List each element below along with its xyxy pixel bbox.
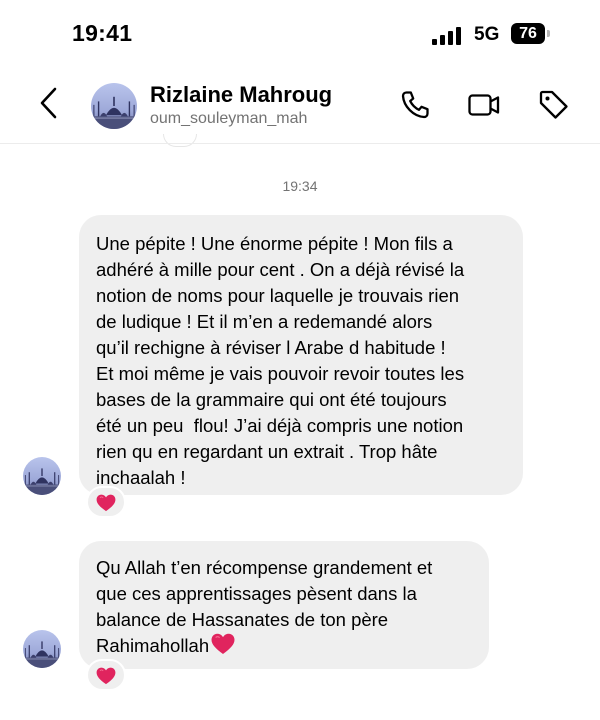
message-line: bases de la grammaire qui ont été toujou… bbox=[96, 389, 447, 410]
heart-reaction[interactable] bbox=[86, 486, 126, 518]
header-divider bbox=[0, 143, 600, 144]
message-line-with-emoji: Rahimahollah bbox=[96, 633, 475, 659]
message-line: été un peu flou! J’ai déjà compris une n… bbox=[96, 415, 464, 436]
message-line: Rahimahollah bbox=[96, 635, 210, 656]
battery-icon: 76 bbox=[511, 23, 545, 44]
contact-name[interactable]: Rizlaine Mahroug bbox=[150, 82, 332, 108]
network-type: 5G bbox=[474, 24, 500, 45]
message-line: Et moi même je vais pouvoir revoir toute… bbox=[96, 363, 465, 384]
message-line: Une pépite ! Une énorme pépite ! Mon fil… bbox=[96, 233, 453, 254]
back-chevron-icon[interactable] bbox=[36, 85, 64, 121]
contact-username[interactable]: oum_souleyman_mah bbox=[150, 110, 307, 128]
message-bubble[interactable]: Une pépite ! Une énorme pépite ! Mon fil… bbox=[79, 215, 523, 495]
sender-avatar[interactable] bbox=[23, 457, 61, 495]
status-time: 19:41 bbox=[72, 20, 133, 46]
red-heart-emoji-icon bbox=[211, 633, 235, 655]
message-line: balance de Hassanates de ton père bbox=[96, 609, 389, 630]
battery-cap bbox=[547, 30, 550, 37]
message-line: de ludique ! Et il m’en a redemandé alor… bbox=[96, 311, 433, 332]
tag-icon[interactable] bbox=[537, 88, 571, 122]
message-line: inchaalah ! bbox=[96, 467, 186, 488]
message-line: qu’il rechigne à réviser l Arabe d habit… bbox=[96, 337, 446, 358]
sender-avatar[interactable] bbox=[23, 630, 61, 668]
contact-avatar[interactable] bbox=[91, 83, 137, 129]
previous-message-reaction-edge bbox=[163, 134, 197, 147]
cellular-signal-icon bbox=[432, 27, 464, 45]
message-timestamp: 19:34 bbox=[282, 178, 318, 194]
message-line: Qu Allah t’en récompense grandement et bbox=[96, 557, 433, 578]
red-heart-icon bbox=[96, 494, 116, 512]
message-line: rien qu en regardant un extrait . Trop h… bbox=[96, 441, 438, 462]
phone-icon[interactable] bbox=[399, 88, 433, 122]
message-line: notion de noms pour laquelle je trouvais… bbox=[96, 285, 460, 306]
message-line: adhéré à mille pour cent . On a déjà rév… bbox=[96, 259, 465, 280]
red-heart-icon bbox=[96, 667, 116, 685]
battery-level: 76 bbox=[519, 25, 537, 42]
heart-reaction[interactable] bbox=[86, 659, 126, 691]
message-line: que ces apprentissages pèsent dans la bbox=[96, 583, 417, 604]
message-bubble[interactable]: Qu Allah t’en récompense grandement et q… bbox=[79, 541, 489, 669]
video-camera-icon[interactable] bbox=[467, 88, 501, 122]
